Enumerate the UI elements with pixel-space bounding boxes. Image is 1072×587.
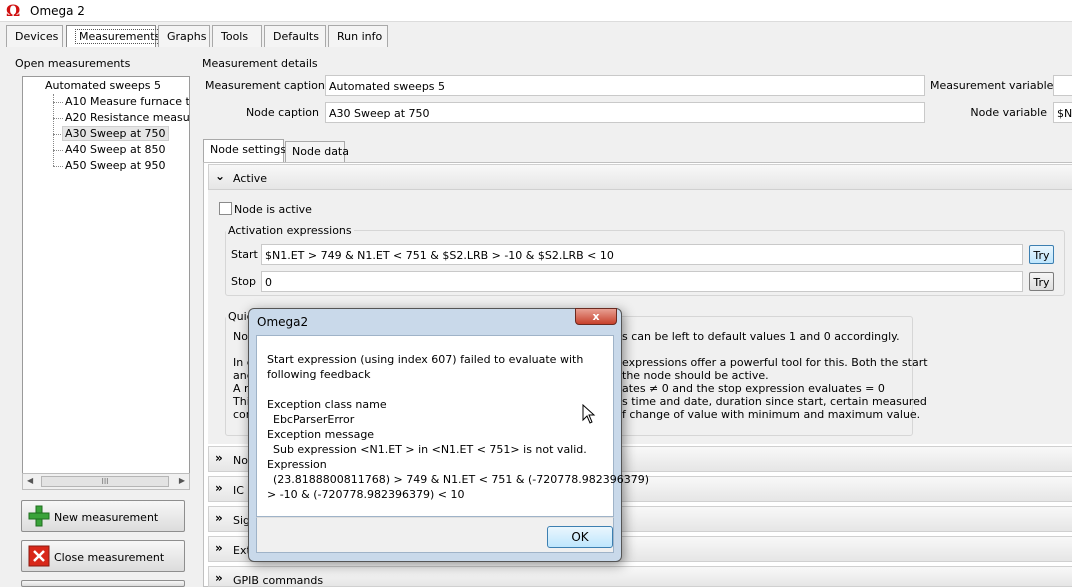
chevron-double-right-icon: » (215, 541, 223, 555)
measurement-caption-input[interactable]: Automated sweeps 5 (325, 75, 925, 96)
error-dialog: Omega2 x Start expression (using index 6… (248, 308, 649, 562)
start-expression-input[interactable]: $N1.ET > 749 & N1.ET < 751 & $S2.LRB > -… (261, 244, 1023, 265)
close-red-icon (28, 545, 50, 567)
help-text-line: s can be left to default values 1 and 0 … (622, 330, 900, 343)
measurement-details-heading: Measurement details (202, 57, 318, 70)
help-text-line: ates ≠ 0 and the stop expression evaluat… (622, 382, 885, 395)
chevron-double-right-icon: » (215, 451, 223, 465)
tab-defaults[interactable]: Defaults (264, 25, 326, 47)
help-fragment: No (233, 330, 248, 343)
message-line: Expression (267, 458, 327, 471)
tree-root[interactable]: Automated sweeps 5 (45, 79, 161, 92)
chevron-double-right-icon: » (215, 511, 223, 525)
tree-connector (53, 102, 63, 103)
tree-connector (53, 118, 63, 119)
help-text-line: the node should be active. (622, 369, 769, 382)
plus-icon (28, 505, 50, 527)
stop-expression-input[interactable]: 0 (261, 271, 1023, 292)
scroll-thumb[interactable]: III (41, 476, 169, 487)
tree-item[interactable]: A10 Measure furnace tem (65, 95, 189, 108)
message-line: Sub expression <N1.ET > in <N1.ET < 751>… (273, 443, 587, 456)
new-measurement-button[interactable]: New measurement (21, 500, 185, 532)
node-caption-label: Node caption (245, 106, 319, 119)
close-measurement-button[interactable]: Close measurement (21, 540, 185, 572)
section-gpib-header[interactable]: » GPIB commands (208, 566, 1072, 587)
mouse-cursor-icon (582, 404, 596, 424)
tab-devices[interactable]: Devices (6, 25, 63, 47)
measurement-tree[interactable]: Automated sweeps 5 A10 Measure furnace t… (22, 76, 190, 490)
help-text-line: expressions offer a powerful tool for th… (622, 356, 928, 369)
node-is-active-label: Node is active (234, 203, 312, 216)
dialog-title: Omega2 (257, 315, 309, 329)
message-line: EbcParserError (273, 413, 355, 426)
omega-logo-icon: Ω (6, 1, 21, 20)
title-bar: Ω Omega 2 (0, 0, 1072, 22)
scroll-right-icon[interactable]: ▶ (179, 476, 185, 485)
tree-connector (53, 150, 63, 151)
tree-item[interactable]: A40 Sweep at 850 (65, 143, 166, 156)
measurement-variable-label: Measurement variable (930, 79, 1054, 92)
tree-item[interactable]: A20 Resistance measurem (65, 111, 189, 124)
chevron-double-right-icon: » (215, 481, 223, 495)
tab-graphs[interactable]: Graphs (158, 25, 210, 47)
tab-run-info[interactable]: Run info (328, 25, 388, 47)
chevron-double-right-icon: » (215, 571, 223, 585)
open-measurements-heading: Open measurements (15, 57, 131, 70)
tree-horizontal-scrollbar[interactable]: ◀ III ▶ (22, 473, 190, 490)
message-line: Start expression (using index 607) faile… (267, 353, 584, 366)
tree-connector (53, 94, 54, 166)
node-caption-input[interactable]: A30 Sweep at 750 (325, 102, 925, 123)
tree-item[interactable]: A50 Sweep at 950 (65, 159, 166, 172)
tab-tools[interactable]: Tools (212, 25, 262, 47)
tree-item-selected[interactable]: A30 Sweep at 750 (62, 126, 169, 141)
node-is-active-checkbox[interactable] (219, 202, 232, 215)
message-line: Exception message (267, 428, 375, 441)
ok-button[interactable]: OK (547, 526, 613, 548)
message-line: following feedback (267, 368, 371, 381)
partial-button[interactable] (21, 580, 185, 587)
chevron-up-icon: ⌄ (215, 169, 226, 183)
dialog-close-button[interactable]: x (575, 308, 617, 325)
measurement-variable-input[interactable] (1053, 75, 1072, 96)
window-title: Omega 2 (30, 4, 85, 18)
try-start-button[interactable]: Try (1029, 245, 1054, 264)
scroll-left-icon[interactable]: ◀ (27, 476, 33, 485)
dialog-message: Start expression (using index 607) faile… (256, 335, 649, 517)
dialog-footer: OK (256, 517, 614, 553)
node-variable-label: Node variable (970, 106, 1047, 119)
tab-node-settings[interactable]: Node settings (203, 139, 286, 162)
tree-connector (53, 166, 63, 167)
tab-measurements[interactable]: Measurements (66, 25, 165, 47)
message-line: > -10 & (-720778.982396379) < 10 (267, 488, 465, 501)
message-line: Exception class name (267, 398, 387, 411)
help-text-line: f change of value with minimum and maxim… (622, 408, 921, 421)
help-text-line: s time and date, duration since start, c… (622, 395, 927, 408)
tab-node-data[interactable]: Node data (285, 141, 349, 162)
message-line: (23.8188800811768) > 749 & N1.ET < 751 &… (273, 473, 650, 486)
activation-expressions-label: Activation expressions (226, 224, 354, 237)
section-active-header[interactable]: ⌄ Active (208, 164, 1072, 190)
try-stop-button[interactable]: Try (1029, 272, 1054, 291)
stop-label: Stop (231, 275, 257, 288)
node-variable-input[interactable]: $N3 (1053, 102, 1072, 123)
measurement-caption-label: Measurement caption (205, 79, 325, 92)
start-label: Start (231, 248, 258, 261)
